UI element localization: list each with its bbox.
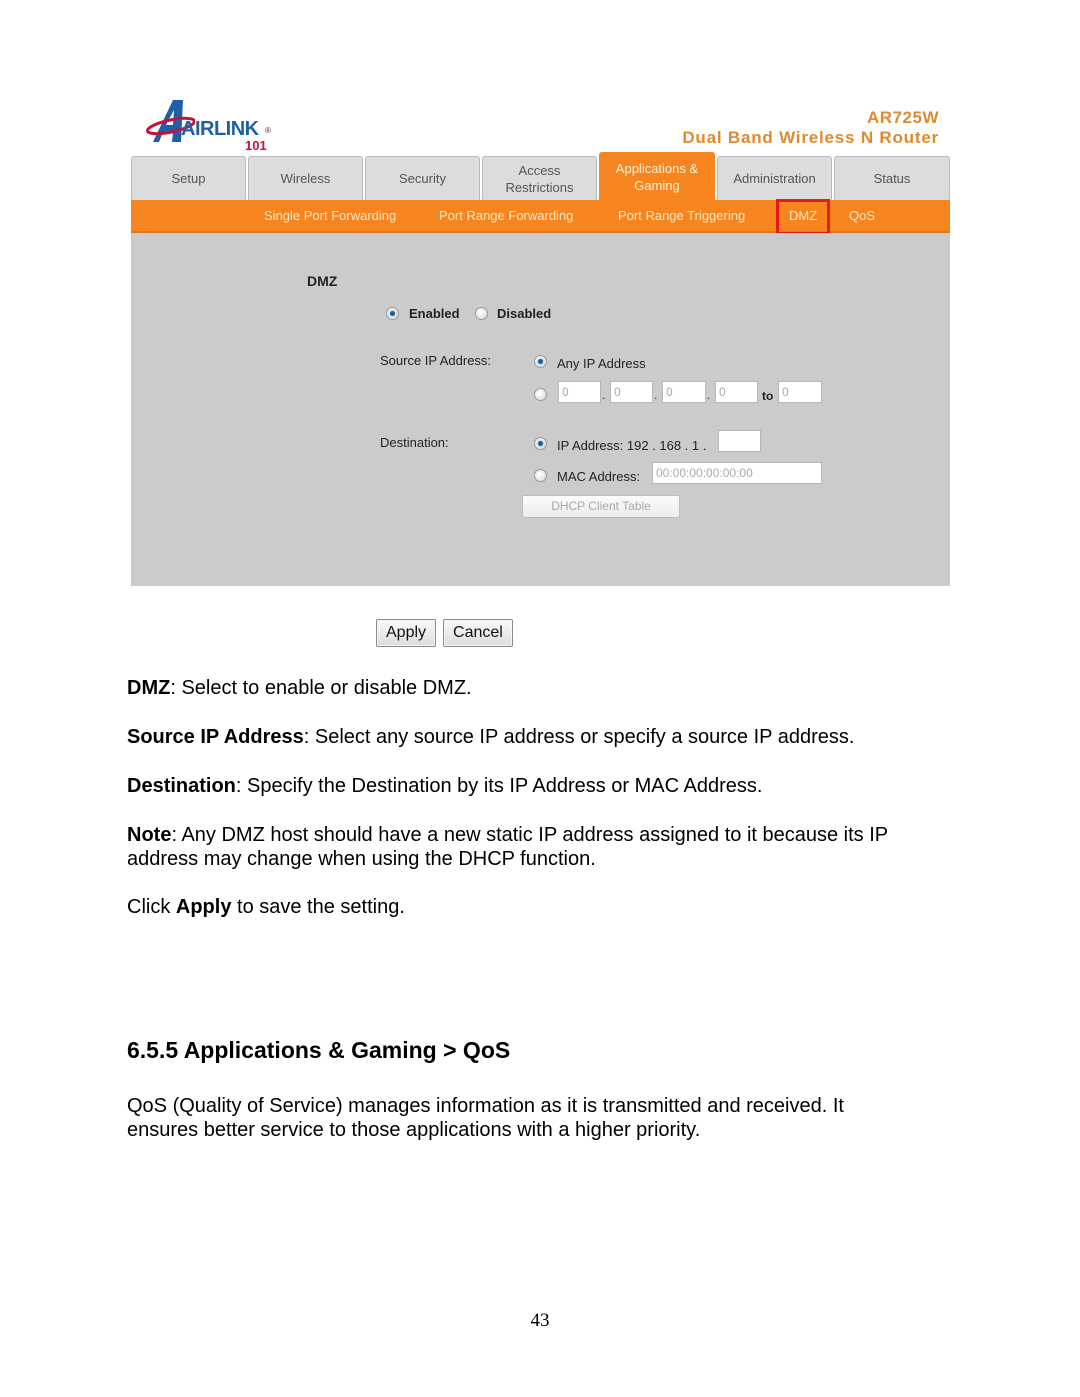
source-ip-label: Source IP Address:	[380, 353, 492, 368]
dmz-disabled-radio[interactable]	[475, 307, 488, 320]
router-ui-screenshot: AIRLINK ® 101 AR725W Dual Band Wireless …	[131, 92, 950, 586]
model-name: AR725W	[867, 108, 939, 127]
subnav-single-port-forwarding[interactable]: Single Port Forwarding	[264, 200, 396, 233]
dmz-description: DMZ: Select to enable or disable DMZ.	[127, 676, 947, 700]
tab-administration[interactable]: Administration	[717, 156, 832, 200]
tab-applications-gaming[interactable]: Applications & Gaming	[599, 152, 715, 200]
source-any-ip-label: Any IP Address	[557, 356, 646, 371]
subnav-dmz[interactable]: DMZ	[776, 199, 831, 235]
destination-ip-label: IP Address: 192 . 168 . 1 .	[557, 438, 707, 453]
click-apply-instruction: Click Apply to save the setting.	[127, 895, 947, 919]
tab-label: Setup	[171, 171, 206, 186]
source-ip-to-octet[interactable]: 0	[778, 381, 822, 403]
subnav-port-range-triggering[interactable]: Port Range Triggering	[618, 200, 745, 233]
octet-separator: .	[707, 388, 711, 402]
logo-sub: 101	[245, 138, 267, 153]
description: : Specify the Destination by its IP Addr…	[235, 775, 763, 797]
destination-mac-radio[interactable]	[534, 469, 547, 482]
dmz-settings-panel: DMZ Enabled Disabled Source IP Address: …	[131, 233, 950, 586]
dmz-disabled-label: Disabled	[497, 306, 552, 321]
section-title: DMZ	[307, 273, 338, 289]
section-heading: 6.5.5 Applications & Gaming > QoS	[127, 1037, 511, 1063]
term: Destination	[127, 775, 236, 797]
source-ip-octet-1[interactable]: 0	[558, 381, 601, 403]
subnav-port-range-forwarding[interactable]: Port Range Forwarding	[439, 200, 573, 233]
tab-status[interactable]: Status	[834, 156, 950, 200]
text: Click	[127, 896, 176, 918]
destination-mac-field[interactable]: 00:00:00:00:00:00	[652, 462, 822, 484]
description: : Select any source IP address or specif…	[303, 726, 855, 748]
apply-button[interactable]: Apply	[376, 619, 437, 647]
airlink-logo: AIRLINK ® 101	[145, 96, 285, 154]
tab-access-restrictions[interactable]: Access Restrictions	[482, 156, 597, 200]
description: : Any DMZ host should have a new static …	[127, 824, 888, 870]
cancel-button[interactable]: Cancel	[443, 619, 513, 647]
destination-ip-radio[interactable]	[534, 437, 547, 450]
destination-ip-last-octet[interactable]	[718, 430, 761, 452]
dmz-enabled-label: Enabled	[409, 306, 460, 321]
dmz-enabled-radio[interactable]	[386, 307, 399, 320]
tab-security[interactable]: Security	[365, 156, 480, 200]
tab-label: Status	[873, 171, 911, 186]
term: DMZ	[127, 677, 171, 699]
tab-label: Administration	[733, 171, 816, 186]
term: Source IP Address	[127, 726, 304, 748]
source-any-ip-radio[interactable]	[534, 355, 547, 368]
form-actions: Apply Cancel	[376, 619, 513, 647]
destination-label: Destination:	[380, 435, 449, 450]
main-tabs: Setup Wireless Security Access Restricti…	[131, 152, 950, 200]
tab-label: Wireless	[280, 171, 331, 186]
source-ip-octet-3[interactable]: 0	[662, 381, 706, 403]
source-range-radio[interactable]	[534, 388, 547, 401]
tab-label: Security	[399, 171, 446, 186]
tab-setup[interactable]: Setup	[131, 156, 246, 200]
tab-label: Applications & Gaming	[615, 160, 699, 193]
source-ip-octet-2[interactable]: 0	[610, 381, 653, 403]
description: : Select to enable or disable DMZ.	[170, 677, 472, 699]
source-ip-description: Source IP Address: Select any source IP …	[127, 725, 947, 749]
octet-separator: .	[654, 388, 658, 402]
tab-wireless[interactable]: Wireless	[248, 156, 363, 200]
sub-navigation: Single Port Forwarding Port Range Forwar…	[131, 199, 950, 235]
page-number: 43	[530, 1310, 550, 1331]
octet-separator: .	[602, 388, 606, 402]
term: Apply	[175, 896, 232, 918]
logo-registered: ®	[265, 126, 271, 135]
destination-mac-label: MAC Address:	[557, 469, 641, 484]
text: to save the setting.	[231, 896, 405, 918]
term: Note	[127, 824, 172, 846]
tab-label: Access Restrictions	[505, 162, 574, 195]
source-ip-octet-4[interactable]: 0	[715, 381, 758, 403]
subnav-qos[interactable]: QoS	[849, 200, 875, 233]
note-description: Note: Any DMZ host should have a new sta…	[127, 823, 942, 871]
to-label: to	[762, 389, 774, 403]
qos-description: QoS (Quality of Service) manages informa…	[127, 1095, 844, 1141]
model-header: AR725W Dual Band Wireless N Router	[682, 108, 939, 148]
destination-description: Destination: Specify the Destination by …	[127, 774, 947, 798]
model-description: Dual Band Wireless N Router	[682, 128, 939, 147]
dhcp-client-table-button[interactable]: DHCP Client Table	[522, 495, 680, 518]
